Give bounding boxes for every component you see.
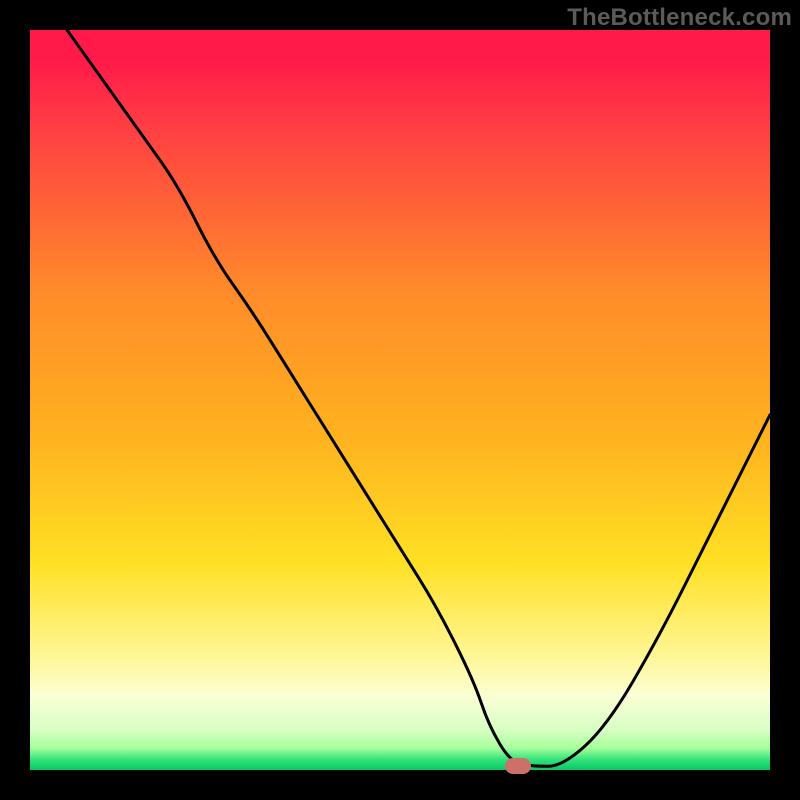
optimum-marker-icon (505, 758, 531, 774)
bottleneck-curve (30, 30, 770, 770)
watermark-text: TheBottleneck.com (567, 4, 792, 32)
chart-frame: TheBottleneck.com (0, 0, 800, 800)
plot-area (30, 30, 770, 770)
